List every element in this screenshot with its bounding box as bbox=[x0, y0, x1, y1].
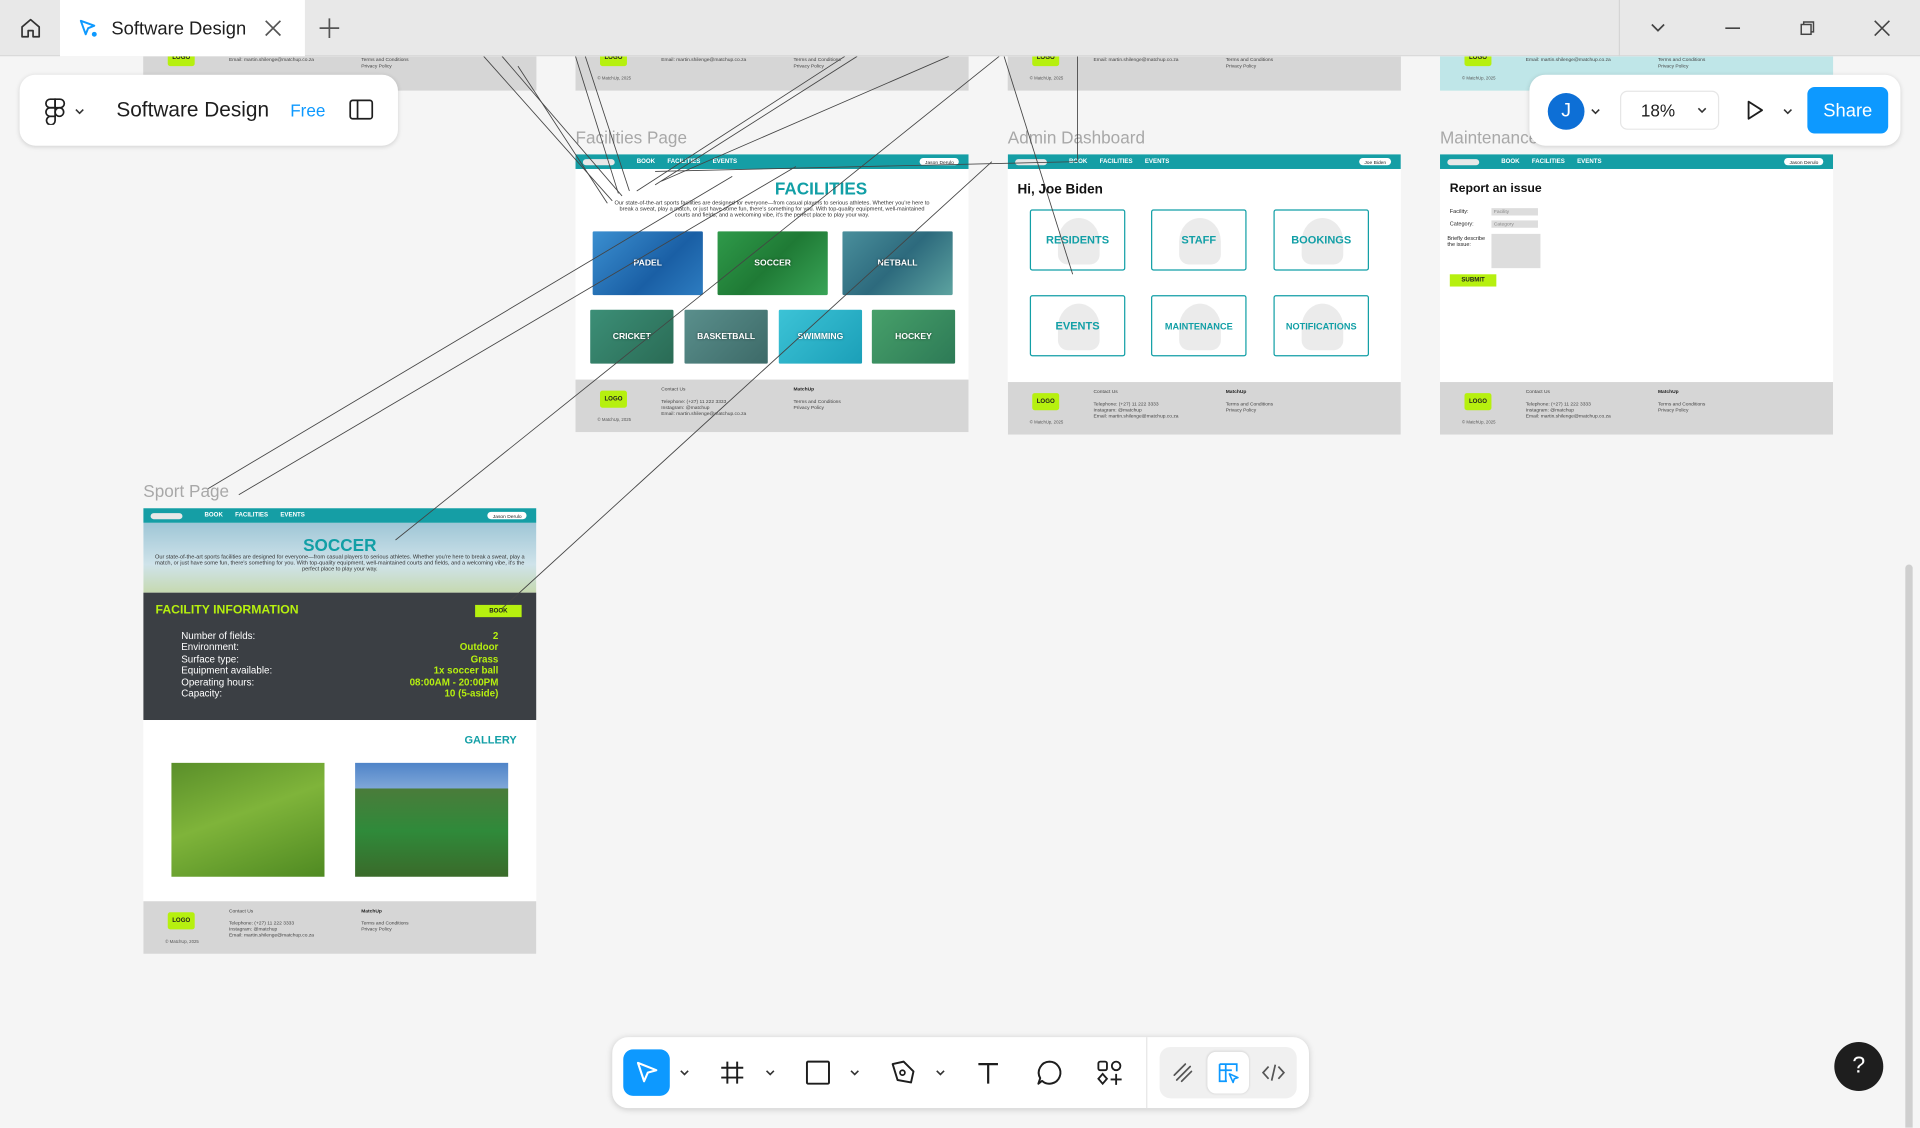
file-title[interactable]: Software Design bbox=[116, 98, 269, 122]
restore-icon[interactable] bbox=[1769, 0, 1844, 56]
text-icon bbox=[978, 1062, 998, 1084]
design-canvas[interactable]: LOGOTelephone: (+27) 11 222 3333Instagra… bbox=[0, 56, 1920, 1128]
vertical-scrollbar[interactable] bbox=[1905, 564, 1913, 1128]
code-icon bbox=[1261, 1064, 1286, 1081]
text-tool[interactable] bbox=[965, 1049, 1012, 1096]
actions-tool[interactable] bbox=[1086, 1049, 1133, 1096]
chevron-down-icon[interactable] bbox=[849, 1067, 861, 1079]
toolbar-right-panel: J 18% Share bbox=[1529, 74, 1901, 146]
move-tool[interactable] bbox=[623, 1049, 670, 1096]
chevron-down-icon[interactable] bbox=[934, 1067, 946, 1079]
file-panel: Software Design Free bbox=[19, 74, 398, 146]
frame-tool[interactable] bbox=[709, 1049, 756, 1096]
help-button[interactable]: ? bbox=[1834, 1042, 1884, 1092]
dev-mode[interactable] bbox=[1253, 1052, 1295, 1094]
chevron-down-icon[interactable] bbox=[1589, 105, 1601, 117]
comment-tool[interactable] bbox=[1026, 1049, 1073, 1096]
zoom-control[interactable]: 18% bbox=[1620, 90, 1720, 130]
tab-software-design[interactable]: Software Design bbox=[60, 0, 305, 57]
comment-icon bbox=[1037, 1060, 1062, 1085]
user-avatar[interactable]: J bbox=[1547, 93, 1585, 130]
plan-badge[interactable]: Free bbox=[290, 100, 325, 120]
main-menu-button[interactable] bbox=[44, 98, 86, 125]
figma-logo-icon bbox=[45, 98, 66, 125]
pen-tool[interactable] bbox=[879, 1049, 926, 1096]
chevron-down-icon bbox=[1697, 107, 1707, 114]
tab-bar: Software Design bbox=[0, 0, 1920, 57]
rectangle-icon bbox=[805, 1060, 830, 1085]
window-close-icon[interactable] bbox=[1844, 0, 1919, 56]
zoom-level: 18% bbox=[1640, 100, 1676, 121]
minimize-icon[interactable] bbox=[1695, 0, 1770, 56]
chevron-down-icon bbox=[75, 109, 84, 115]
close-icon[interactable] bbox=[261, 16, 285, 40]
mode-switcher bbox=[1159, 1046, 1297, 1099]
chevron-down-icon[interactable] bbox=[764, 1067, 776, 1079]
draw-icon bbox=[1173, 1063, 1193, 1083]
share-button[interactable]: Share bbox=[1807, 86, 1889, 134]
chevron-down-icon[interactable] bbox=[678, 1067, 690, 1079]
prototype-connections bbox=[207, 56, 1078, 609]
shape-tool[interactable] bbox=[795, 1049, 842, 1096]
design-mode[interactable] bbox=[1207, 1051, 1249, 1094]
present-play-icon[interactable] bbox=[1742, 98, 1766, 122]
new-tab-icon[interactable] bbox=[316, 15, 343, 42]
chevron-down-icon[interactable] bbox=[1620, 0, 1695, 56]
figma-design-icon bbox=[79, 19, 97, 37]
frame-icon bbox=[721, 1061, 744, 1084]
bottom-toolbar bbox=[612, 1037, 1309, 1109]
chevron-down-icon[interactable] bbox=[1782, 105, 1794, 117]
toolbar-divider bbox=[1146, 1037, 1148, 1109]
toggle-sidebar-icon[interactable] bbox=[349, 99, 374, 120]
design-mode-icon bbox=[1218, 1063, 1239, 1084]
tab-title: Software Design bbox=[111, 17, 247, 39]
cursor-icon bbox=[636, 1061, 658, 1083]
draw-mode[interactable] bbox=[1162, 1052, 1204, 1094]
pen-icon bbox=[891, 1060, 915, 1084]
components-icon bbox=[1097, 1060, 1122, 1086]
home-icon[interactable] bbox=[0, 0, 60, 56]
